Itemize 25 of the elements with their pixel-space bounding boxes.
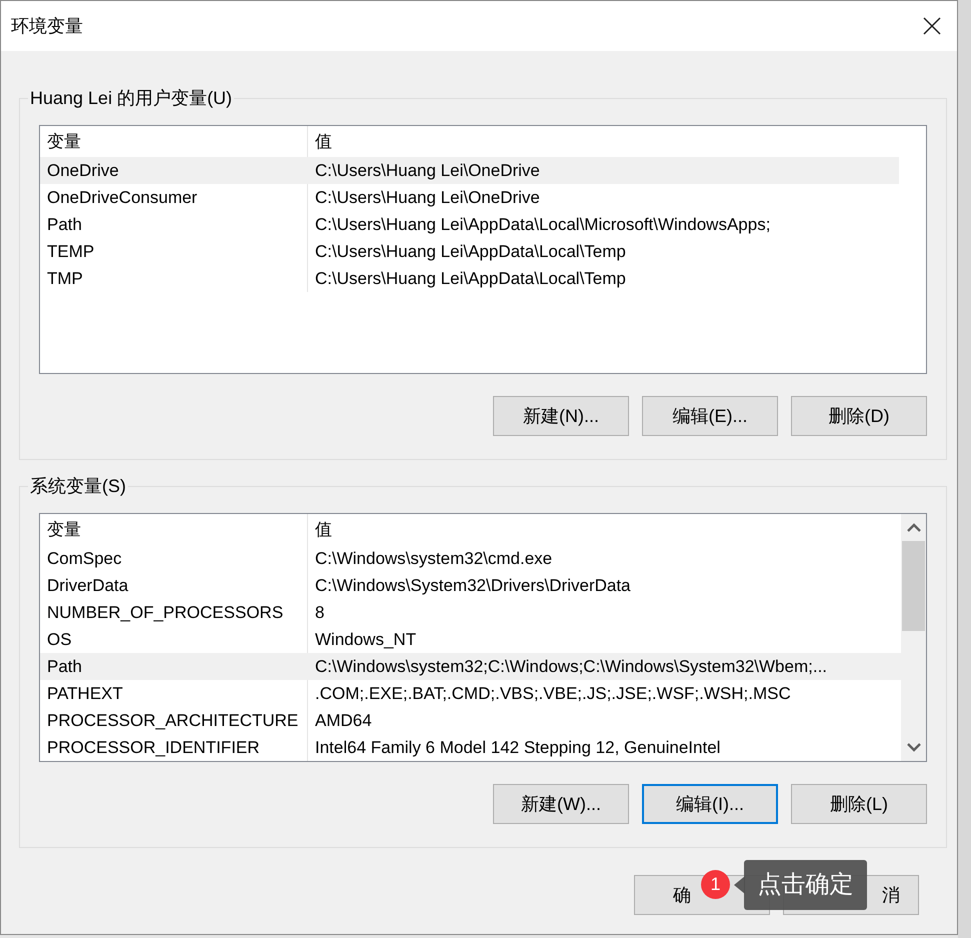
variable-name: PROCESSOR_IDENTIFIER	[46, 737, 261, 759]
variable-name: DriverData	[46, 575, 130, 597]
group-label: 系统变量(S)	[28, 474, 128, 498]
variable-value: C:\Users\Huang Lei\AppData\Local\Microsoft\WindowsApps;	[307, 211, 899, 238]
variable-name: OneDriveConsumer	[46, 187, 198, 209]
column-header: 变量	[46, 519, 82, 541]
tooltip: 点击确定	[744, 860, 867, 910]
variable-name: Path	[46, 214, 83, 236]
group-label: Huang Lei 的用户变量(U)	[28, 86, 234, 110]
variable-value: C:\Users\Huang Lei\OneDrive	[307, 184, 899, 211]
variable-name: PATHEXT	[46, 683, 124, 705]
variable-name: Path	[46, 656, 83, 678]
variable-name: NUMBER_OF_PROCESSORS	[46, 602, 284, 624]
variable-value: C:\Users\Huang Lei\OneDrive	[314, 160, 541, 182]
column-header: 变量	[46, 131, 82, 153]
variable-name: OS	[46, 629, 73, 651]
variable-name: OneDrive	[46, 160, 120, 182]
window-title: 环境变量	[11, 14, 83, 38]
variable-name: PROCESSOR_ARCHITECTURE	[46, 710, 300, 732]
variable-name: TEMP	[46, 241, 96, 263]
variable-value: C:\Users\Huang Lei\AppData\Local\Temp	[307, 238, 899, 265]
variable-name: ComSpec	[46, 548, 123, 570]
variable-name: TMP	[46, 268, 84, 290]
variable-value: C:\Windows\system32;C:\Windows;C:\Windows\System32\Wbem;...	[314, 656, 828, 678]
variable-value: C:\Users\Huang Lei\AppData\Local\Temp	[307, 265, 899, 292]
